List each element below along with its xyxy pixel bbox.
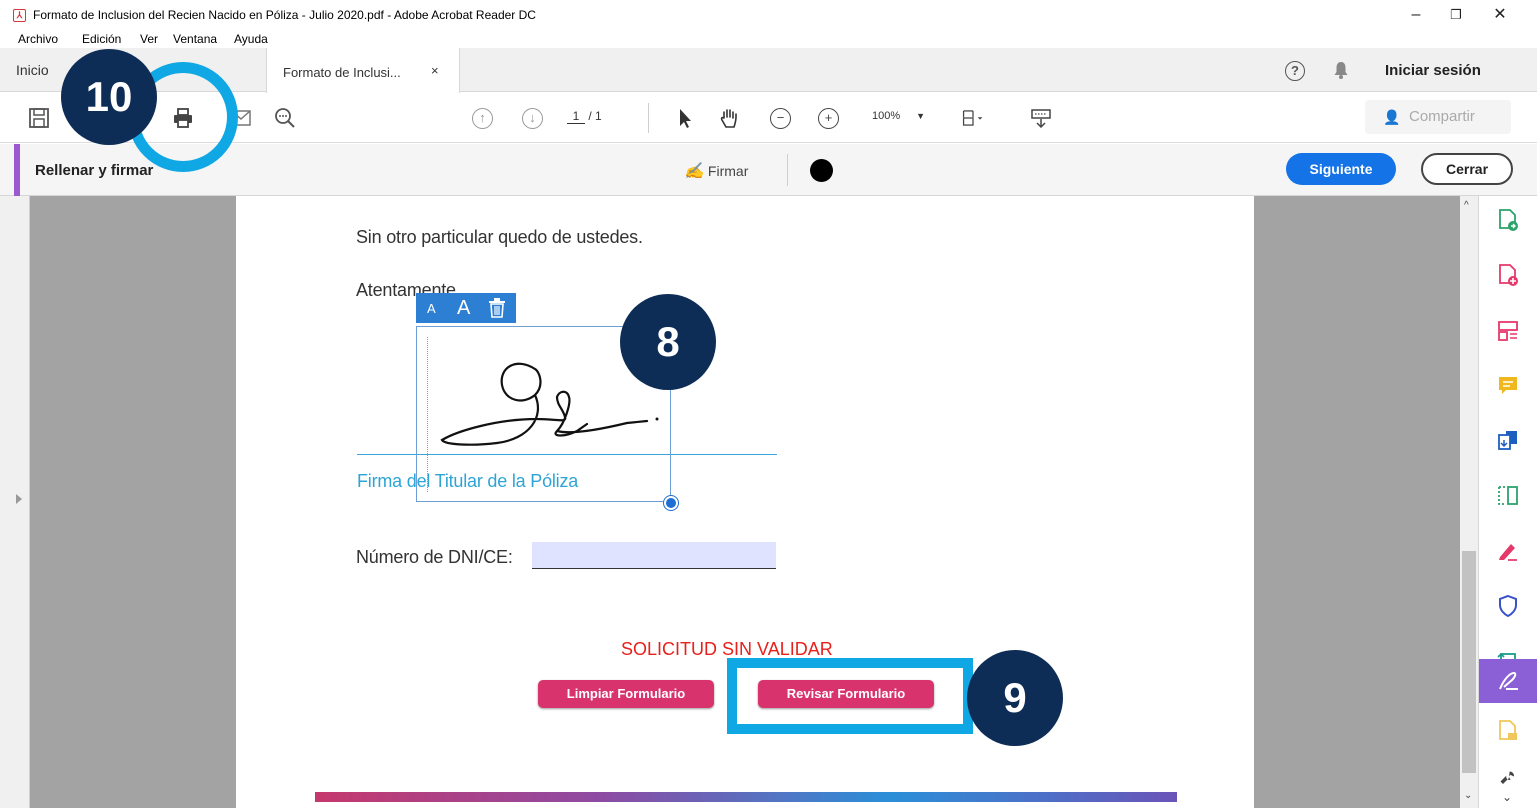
hand-tool-icon[interactable] — [718, 107, 740, 129]
tab-bar: Inicio Formato de Inclusi... × ? Iniciar… — [0, 48, 1537, 93]
window-title: Formato de Inclusion del Recien Nacido e… — [33, 8, 536, 22]
dni-input[interactable] — [532, 542, 776, 569]
select-cursor-icon[interactable] — [674, 107, 696, 129]
export-pdf-icon[interactable] — [1496, 263, 1520, 287]
user-icon: 👤 — [1383, 109, 1401, 125]
increase-size-button[interactable]: A — [457, 297, 470, 320]
vertical-scrollbar[interactable]: ^ ⌄ — [1460, 196, 1478, 808]
panel-expand-chevron-icon[interactable]: ⌄ — [1502, 790, 1512, 804]
fit-page-icon[interactable] — [962, 107, 984, 129]
callout-badge-9: 9 — [967, 650, 1063, 746]
dni-label: Número de DNI/CE: — [356, 547, 513, 567]
callout-badge-8: 8 — [620, 294, 716, 390]
share-label: Compartir — [1409, 108, 1475, 125]
search-zoom-icon[interactable] — [274, 107, 296, 129]
toolbar-divider — [648, 103, 649, 133]
scrollbar-thumb[interactable] — [1462, 551, 1476, 773]
callout-badge-10: 10 — [61, 49, 157, 145]
decrease-size-button[interactable]: A — [427, 301, 436, 316]
comment-icon[interactable] — [1496, 374, 1520, 398]
save-icon[interactable] — [28, 107, 50, 129]
help-icon[interactable]: ? — [1285, 61, 1305, 81]
expand-panel-arrow-icon[interactable] — [16, 494, 22, 504]
zoom-out-icon[interactable]: − — [770, 108, 791, 129]
trash-icon[interactable] — [488, 298, 506, 318]
acrobat-window: ⅄ Formato de Inclusion del Recien Nacido… — [0, 0, 1537, 808]
zoom-select[interactable]: 100% ▼ — [872, 110, 925, 122]
left-panel-collapsed[interactable] — [0, 196, 30, 808]
organize-pages-icon[interactable] — [1496, 319, 1520, 343]
sign-label: Firmar — [707, 163, 749, 179]
chevron-down-icon: ▼ — [916, 111, 926, 121]
tab-close-icon[interactable]: × — [431, 63, 439, 78]
review-button-highlight — [727, 658, 973, 734]
fill-sign-divider — [787, 154, 788, 186]
page-total: / 1 — [588, 109, 602, 123]
pen-sign-icon: ✍ — [684, 163, 704, 180]
keyboard-icon[interactable] — [1030, 107, 1052, 129]
menu-ver[interactable]: Ver — [140, 32, 158, 46]
next-page-icon[interactable]: ↓ — [522, 108, 543, 129]
prev-page-icon[interactable]: ↑ — [472, 108, 493, 129]
footer-gradient-bar — [315, 792, 1177, 802]
sign-button[interactable]: ✍ Firmar — [684, 161, 748, 181]
create-pdf-icon[interactable] — [1496, 208, 1520, 232]
fill-pen-icon[interactable] — [1496, 539, 1520, 563]
scroll-up-icon[interactable]: ^ — [1464, 200, 1469, 211]
signature-toolbar: A A — [416, 293, 516, 323]
zoom-value: 100% — [872, 110, 901, 122]
signin-link[interactable]: Iniciar sesión — [1385, 62, 1481, 79]
page-number-input[interactable]: 1 — [567, 109, 585, 124]
signature-resize-handle[interactable] — [664, 496, 678, 510]
menu-ventana[interactable]: Ventana — [173, 32, 217, 46]
fill-sign-title: Rellenar y firmar — [35, 162, 154, 179]
share-button[interactable]: 👤 Compartir — [1365, 100, 1511, 134]
status-text: SOLICITUD SIN VALIDAR — [621, 639, 833, 659]
clear-form-button[interactable]: Limpiar Formulario — [538, 680, 714, 708]
protect-shield-icon[interactable] — [1496, 594, 1520, 618]
close-window-button[interactable]: ✕ — [1480, 3, 1520, 27]
fill-sign-bar: Rellenar y firmar ✍ Firmar Siguiente Cerr… — [0, 144, 1537, 196]
bell-icon[interactable] — [1333, 60, 1349, 80]
maximize-button[interactable]: ❐ — [1436, 3, 1476, 27]
ink-color-picker[interactable] — [810, 159, 833, 182]
zoom-in-icon[interactable]: + — [818, 108, 839, 129]
tab-document-label: Formato de Inclusi... — [283, 65, 401, 80]
next-button[interactable]: Siguiente — [1286, 153, 1396, 185]
fill-sign-icon — [1499, 671, 1518, 690]
menu-ayuda[interactable]: Ayuda — [234, 32, 268, 46]
menu-bar: Archivo Edición Ver Ventana Ayuda — [0, 30, 1537, 48]
title-bar: ⅄ Formato de Inclusion del Recien Nacido… — [0, 0, 1537, 30]
menu-archivo[interactable]: Archivo — [18, 32, 58, 46]
compare-files-icon[interactable] — [1496, 484, 1520, 508]
tab-document[interactable]: Formato de Inclusi... × — [266, 48, 460, 93]
send-comments-icon[interactable] — [1496, 719, 1520, 743]
menu-edicion[interactable]: Edición — [82, 32, 121, 46]
page-indicator: 1 / 1 — [567, 109, 602, 124]
scroll-down-icon[interactable]: ⌄ — [1464, 790, 1472, 801]
tab-inicio[interactable]: Inicio — [16, 62, 49, 78]
wrench-tools-icon[interactable] — [1496, 769, 1520, 789]
fill-sign-accent — [14, 144, 20, 196]
acrobat-icon: ⅄ — [13, 9, 26, 22]
close-fill-sign-button[interactable]: Cerrar — [1421, 153, 1513, 185]
tools-panel: ⌄ — [1478, 196, 1537, 808]
combine-files-icon[interactable] — [1496, 429, 1520, 453]
closing-text: Sin otro particular quedo de ustedes. — [356, 227, 643, 247]
fill-sign-tool-active[interactable] — [1479, 659, 1537, 703]
minimize-button[interactable]: – — [1396, 3, 1436, 27]
